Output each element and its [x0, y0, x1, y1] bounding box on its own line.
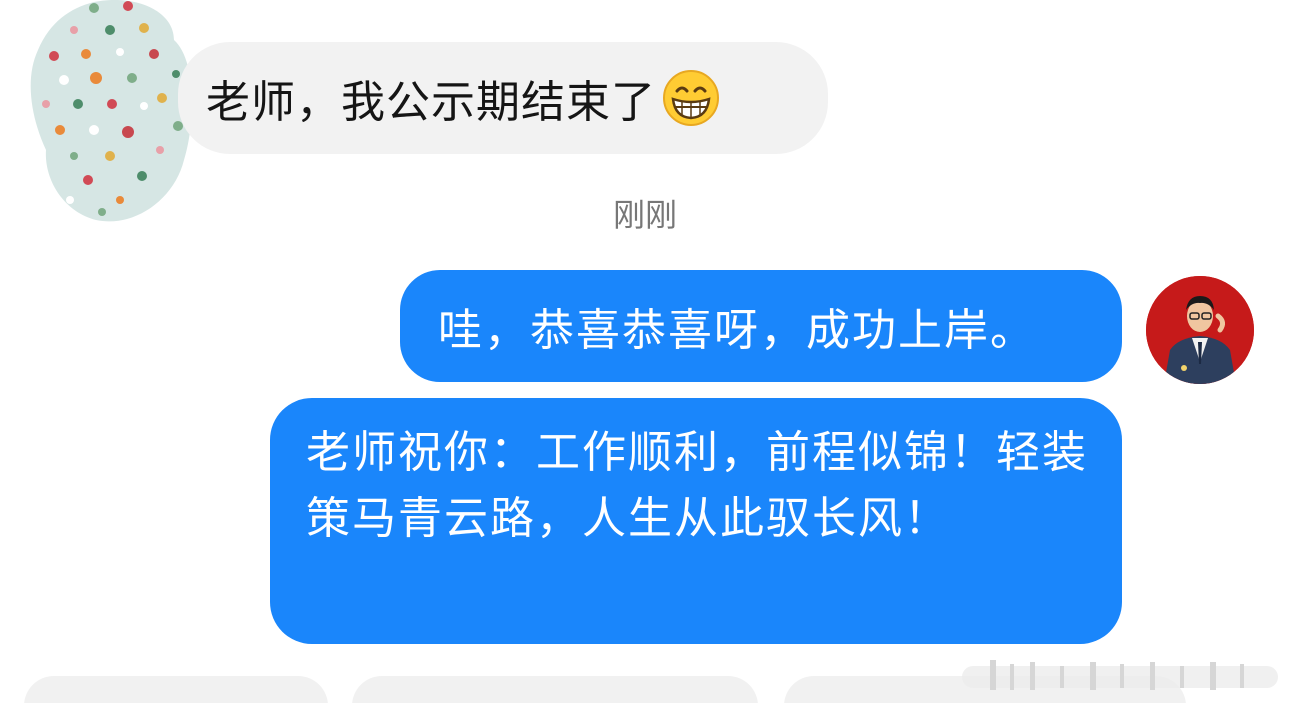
outgoing-message-bubble[interactable]: 老师祝你：工作顺利，前程似锦！轻装策马青云路，人生从此驭长风！ — [270, 398, 1122, 644]
outgoing-message-text: 哇，恭喜恭喜呀，成功上岸。 — [438, 305, 1036, 356]
outgoing-message-bubble[interactable]: 哇，恭喜恭喜呀，成功上岸。 — [400, 270, 1122, 382]
watermark-logo — [960, 652, 1280, 696]
grinning-face-emoji-icon — [662, 69, 720, 127]
message-timestamp: 刚刚 — [612, 196, 677, 234]
quick-reply-card[interactable] — [24, 676, 328, 703]
incoming-message-text: 老师，我公示期结束了 — [206, 77, 656, 128]
quick-reply-card[interactable] — [352, 676, 758, 703]
incoming-message-bubble[interactable]: 老师，我公示期结束了 — [178, 42, 828, 154]
teacher-avatar[interactable] — [1146, 276, 1254, 384]
chat-view: 老师，我公示期结束了 刚刚 哇，恭喜恭喜呀，成功上岸。 老师祝你：工作顺利，前程… — [0, 0, 1290, 703]
outgoing-message-text: 老师祝你：工作顺利，前程似锦！轻装策马青云路，人生从此驭长风！ — [306, 427, 1088, 544]
